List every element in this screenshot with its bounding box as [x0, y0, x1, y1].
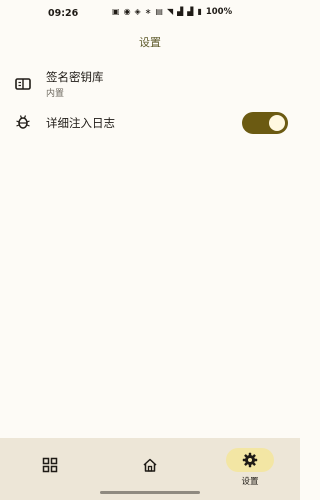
status-bar: 09:26 ▣ ◉ ◈ ∗ ▤ ◥ ▟ ▟ ▮ 100% [0, 0, 300, 26]
nfc-icon: ▣ [112, 7, 120, 16]
vpn-icon: ◉ [123, 7, 131, 16]
keystore-setting[interactable]: 签名密钥库 内置 [0, 66, 300, 100]
page-title: 设置 [139, 36, 161, 49]
verbose-log-setting[interactable]: 详细注入日志 [0, 108, 300, 136]
verbose-log-title: 详细注入日志 [46, 116, 115, 130]
bluetooth-icon: ∗ [144, 7, 152, 16]
battery-icon: ▮ [197, 7, 202, 16]
bug-icon [16, 115, 30, 129]
gear-icon [242, 452, 258, 468]
gesture-bar[interactable] [100, 491, 200, 494]
signal-icon: ▟ [177, 7, 184, 16]
verbose-log-toggle[interactable] [242, 112, 288, 134]
grid-icon [42, 457, 58, 473]
keystore-title: 签名密钥库 [46, 70, 104, 84]
home-icon [143, 458, 157, 472]
keystore-icon [15, 78, 31, 90]
battery-level: 100% [205, 7, 233, 17]
status-time: 09:26 [48, 8, 79, 19]
nav-label-settings: 设置 [241, 477, 259, 487]
status-icons: ▣ ◉ ◈ ∗ ▤ ◥ ▟ ▟ ▮ 100% [112, 7, 232, 17]
app-icon: ◈ [134, 7, 141, 16]
wifi-icon: ◥ [166, 7, 174, 16]
nav-item-settings[interactable]: 设置 [200, 438, 300, 500]
signal-icon: ▟ [187, 7, 194, 16]
nav-item-apps[interactable] [0, 438, 100, 500]
keystore-subtitle: 内置 [46, 89, 65, 99]
vibrate-icon: ▤ [155, 7, 163, 16]
toggle-knob [269, 115, 285, 131]
